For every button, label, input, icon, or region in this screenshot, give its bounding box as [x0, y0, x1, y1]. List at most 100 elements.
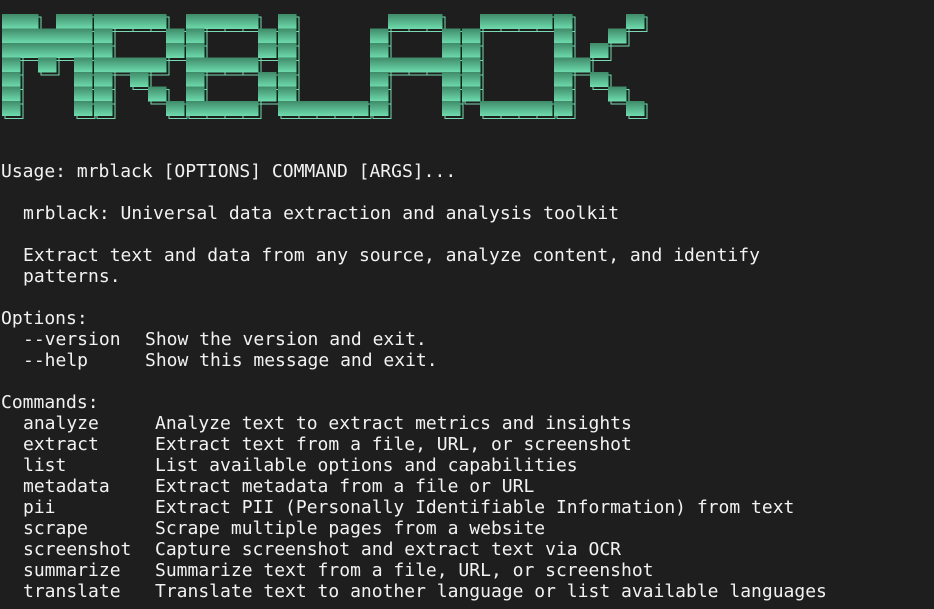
command-description: Extract PII (Personally Identifiable Inf…: [155, 497, 795, 518]
banner-fill-cell: [240, 57, 259, 73]
banner-fill-cell: [20, 28, 39, 44]
banner-fill-cell: [554, 86, 573, 102]
options-header: Options:: [1, 308, 88, 329]
banner-fill-cell: [186, 101, 205, 116]
banner-fill-cell: [554, 28, 573, 44]
banner-fill-cell: [480, 101, 499, 116]
banner-fill-cell: [2, 72, 21, 87]
banner-fill-cell: [74, 57, 93, 73]
banner-fill-cell: [166, 101, 185, 116]
command-description: Capture screenshot and extract text via …: [155, 539, 621, 560]
command-row-metadata: metadata Extract metadata from a file or …: [1, 476, 934, 497]
banner-fill-cell: [498, 101, 517, 116]
banner-fill-cell: [240, 101, 259, 116]
option-row: --version Show the version and exit.: [1, 329, 934, 350]
banner-fill-cell: [186, 14, 205, 29]
banner-fill-cell: [74, 28, 93, 44]
banner-fill-cell: [406, 57, 425, 73]
banner-fill-cell: [388, 14, 407, 29]
command-name: metadata: [23, 476, 110, 497]
banner-fill-cell: [94, 57, 113, 73]
banner-fill: [2, 14, 645, 116]
banner-fill-cell: [442, 72, 461, 87]
command-name: translate: [23, 581, 121, 602]
banner-fill-cell: [38, 28, 57, 44]
banner-fill-cell: [370, 72, 389, 87]
banner-fill-cell: [424, 14, 443, 29]
option-name: --version: [23, 329, 121, 350]
banner-fill-cell: [626, 14, 645, 29]
banner-fill-cell: [516, 14, 535, 29]
banner-fill-cell: [388, 57, 407, 73]
banner-fill-cell: [314, 101, 333, 116]
option-description: Show the version and exit.: [145, 329, 427, 350]
banner-fill-cell: [554, 101, 573, 116]
banner-fill-cell: [222, 57, 241, 73]
banner-fill-cell: [56, 14, 75, 29]
command-name: pii: [23, 497, 56, 518]
banner-fill-cell: [2, 86, 21, 102]
banner-fill-cell: [204, 14, 223, 29]
command-row-pii: pii Extract PII (Personally Identifiable …: [1, 497, 934, 518]
banner-fill-cell: [38, 57, 57, 73]
banner-fill-cell: [462, 86, 481, 102]
banner-fill-cell: [148, 57, 167, 73]
banner-fill-cell: [278, 72, 297, 87]
banner-fill-cell: [38, 43, 57, 58]
banner-fill-cell: [74, 14, 93, 29]
banner-fill-cell: [20, 14, 39, 29]
banner-fill-cell: [278, 28, 297, 44]
banner-fill-cell: [278, 14, 297, 29]
banner-fill-cell: [608, 86, 627, 102]
ascii-art-banner: [0, 12, 660, 132]
banner-fill-cell: [554, 43, 573, 58]
command-description: Analyze text to extract metrics and insi…: [155, 413, 632, 434]
banner-fill-cell: [94, 72, 113, 87]
banner-fill-cell: [534, 101, 553, 116]
command-description: Translate text to another language or li…: [155, 581, 827, 602]
banner-fill-cell: [370, 28, 389, 44]
banner-fill-cell: [424, 57, 443, 73]
command-row-list: list List available options and capabilit…: [1, 455, 934, 476]
banner-fill-cell: [462, 72, 481, 87]
commands-list: analyze Analyze text to extract metrics a…: [1, 413, 934, 602]
banner-fill-cell: [2, 28, 21, 44]
banner-fill-cell: [74, 43, 93, 58]
banner-fill-cell: [2, 14, 21, 29]
banner-fill-cell: [148, 14, 167, 29]
commands-header: Commands:: [1, 392, 99, 413]
banner-fill-cell: [296, 101, 315, 116]
banner-fill-cell: [462, 28, 481, 44]
banner-fill-cell: [94, 101, 113, 116]
banner-fill-cell: [480, 14, 499, 29]
banner-fill-cell: [56, 28, 75, 44]
banner-fill-cell: [222, 101, 241, 116]
command-name: analyze: [23, 413, 99, 434]
banner-fill-cell: [370, 57, 389, 73]
tool-description: mrblack: Universal data extraction and a…: [23, 203, 620, 224]
banner-fill-cell: [406, 14, 425, 29]
command-name: list: [23, 455, 67, 476]
command-row-scrape: scrape Scrape multiple pages from a websi…: [1, 518, 934, 539]
command-row-translate: translate Translate text to another langu…: [1, 581, 934, 602]
banner-fill-cell: [148, 86, 167, 102]
banner-fill-cell: [20, 43, 39, 58]
command-row-summarize: summarize Summarize text from a file, URL…: [1, 560, 934, 581]
options-list: --version Show the version and exit. --hel…: [1, 329, 934, 371]
banner-fill-cell: [462, 43, 481, 58]
banner-fill-cell: [166, 43, 185, 58]
banner-fill-cell: [350, 101, 369, 116]
banner-fill-cell: [442, 43, 461, 58]
banner-fill-cell: [370, 86, 389, 102]
banner-fill-cell: [204, 101, 223, 116]
banner-fill-cell: [258, 86, 277, 102]
option-description: Show this message and exit.: [145, 350, 438, 371]
banner-fill-cell: [278, 57, 297, 73]
option-row: --help Show this message and exit.: [1, 350, 934, 371]
command-name: screenshot: [23, 539, 132, 560]
command-row-screenshot: screenshot Capture screenshot and extract…: [1, 539, 934, 560]
banner-fill-cell: [204, 57, 223, 73]
banner-fill-cell: [258, 43, 277, 58]
